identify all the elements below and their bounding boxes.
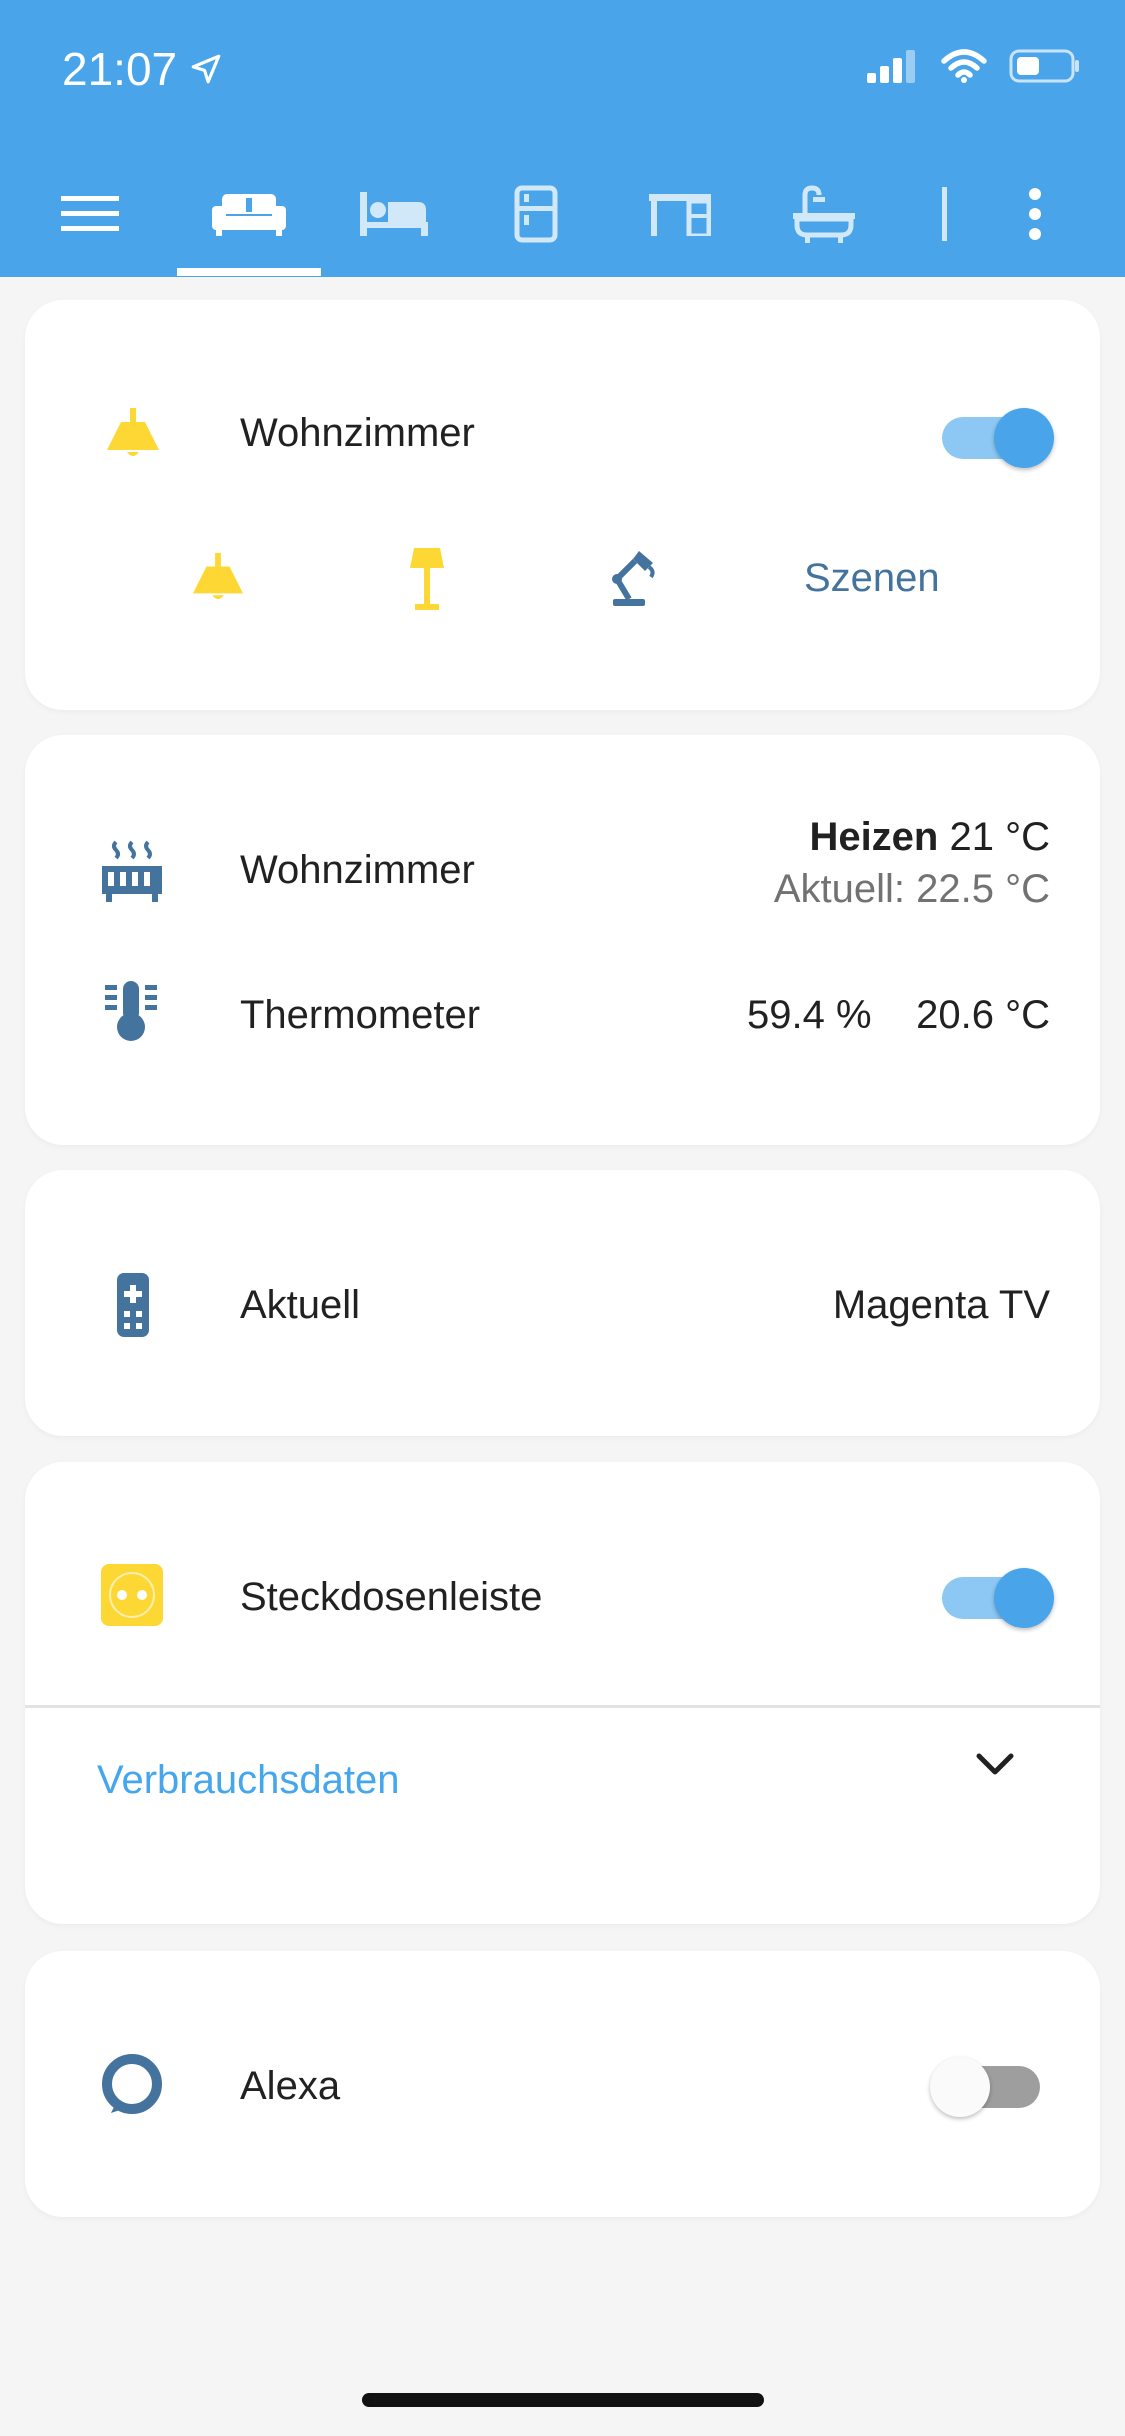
plug-toggle[interactable]: [942, 1565, 1054, 1628]
menu-icon: [61, 195, 119, 231]
thermostat-mode: Heizen: [809, 815, 939, 859]
desk-icon: [649, 193, 711, 236]
floor-lamp-icon[interactable]: [410, 548, 444, 610]
thermometer-label: Thermometer: [240, 993, 481, 1037]
lights-toggle[interactable]: [942, 405, 1054, 468]
remote-control-icon[interactable]: [115, 1273, 151, 1337]
alexa-label: Alexa: [240, 2064, 341, 2108]
app-header: 21:07: [0, 0, 1125, 277]
alexa-toggle[interactable]: [930, 2054, 1040, 2117]
home-indicator[interactable]: [362, 2393, 764, 2407]
divider: [25, 1705, 1100, 1708]
remote-card: Aktuell Magenta TV: [25, 1170, 1100, 1436]
more-vertical-icon: [1029, 187, 1041, 240]
scenes-button[interactable]: Szenen: [804, 558, 940, 598]
tab-wohnzimmer[interactable]: [177, 150, 321, 277]
plug-label: Steckdosenleiste: [240, 1575, 543, 1619]
tab-buero[interactable]: [616, 150, 744, 277]
status-time: 21:07: [62, 42, 223, 96]
plug-card: Steckdosenleiste Verbrauchsdaten: [25, 1462, 1100, 1924]
wifi-icon: [941, 49, 987, 83]
tab-kueche[interactable]: [472, 150, 600, 277]
power-socket-icon[interactable]: [101, 1564, 163, 1626]
bed-icon: [360, 191, 428, 236]
sofa-icon: [212, 193, 286, 236]
thermometer-icon[interactable]: [103, 981, 159, 1043]
bathtub-icon: [793, 184, 855, 243]
tab-bad[interactable]: [760, 150, 888, 277]
fridge-icon: [514, 185, 558, 242]
alexa-card: Alexa: [25, 1951, 1100, 2217]
tab-schlafzimmer[interactable]: [330, 150, 458, 277]
consumption-expander-label[interactable]: Verbrauchsdaten: [97, 1760, 399, 1800]
cellular-signal-icon: [867, 50, 915, 83]
status-time-text: 21:07: [62, 43, 178, 95]
remote-label: Aktuell: [240, 1283, 361, 1327]
ceiling-light-icon[interactable]: [107, 408, 159, 460]
lights-card: Wohnzimmer Szenen: [25, 300, 1100, 710]
menu-button[interactable]: [50, 150, 130, 277]
thermostat-current: Aktuell: 22.5 °C: [773, 867, 1050, 911]
thermostat-label: Wohnzimmer: [240, 848, 475, 892]
thermostat-target: 21 °C: [949, 815, 1051, 859]
room-tabs: [0, 150, 1125, 277]
thermostat-state[interactable]: Heizen 21 °C: [809, 817, 1050, 857]
radiator-icon[interactable]: [100, 840, 164, 904]
temperature-value[interactable]: 20.6 °C: [916, 995, 1050, 1035]
ceiling-light-icon[interactable]: [193, 553, 243, 603]
climate-card: Wohnzimmer Heizen 21 °C Aktuell: 22.5 °C…: [25, 735, 1100, 1145]
active-tab-indicator: [177, 268, 321, 276]
chevron-down-icon[interactable]: [975, 1752, 1015, 1778]
overflow-menu-button[interactable]: [1000, 150, 1070, 277]
remote-activity-value[interactable]: Magenta TV: [833, 1285, 1050, 1325]
lights-title: Wohnzimmer: [240, 411, 475, 455]
location-arrow-icon: [191, 54, 221, 84]
status-icons: [867, 48, 1081, 84]
humidity-value[interactable]: 59.4 %: [747, 995, 872, 1035]
amazon-alexa-icon[interactable]: [101, 2053, 163, 2115]
tab-divider: [930, 150, 960, 277]
desk-lamp-icon[interactable]: [609, 549, 657, 609]
battery-icon: [1009, 49, 1079, 83]
